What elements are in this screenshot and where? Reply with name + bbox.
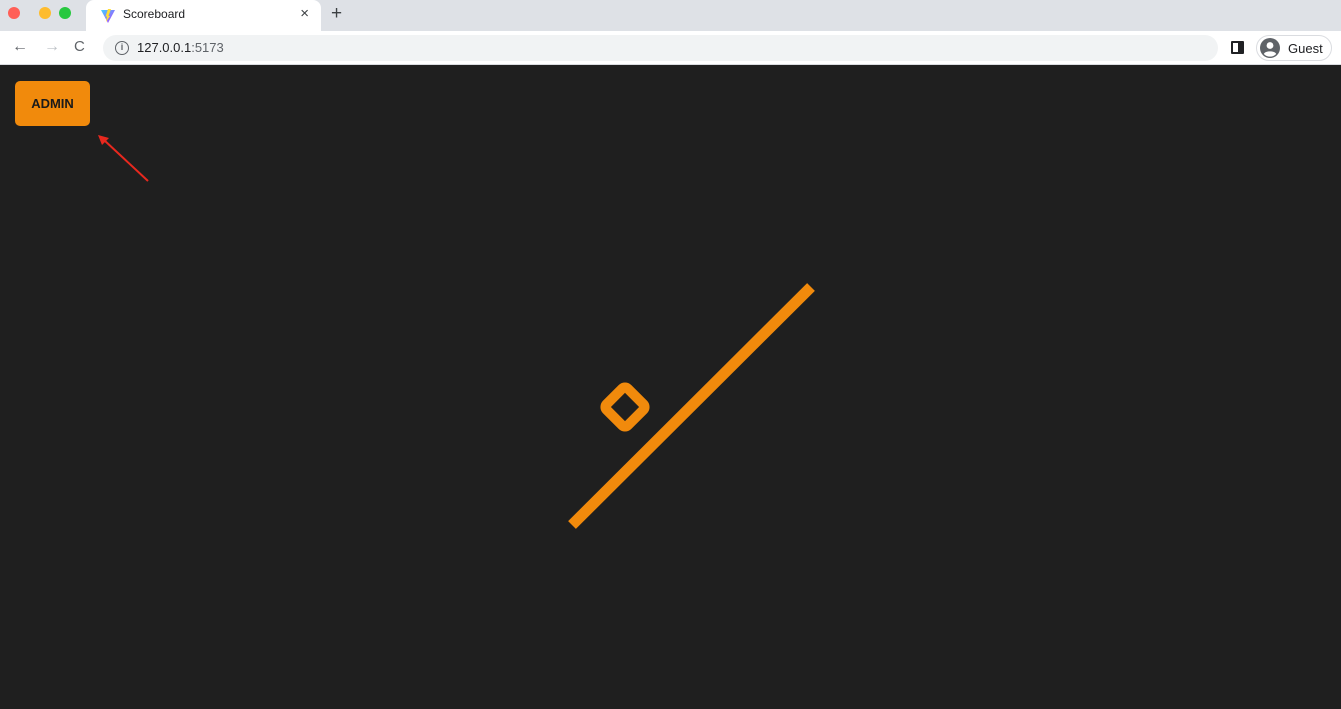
page-content: ADMIN — [0, 65, 1341, 709]
guest-avatar-icon — [1260, 38, 1280, 58]
address-url[interactable]: 127.0.0.1:5173 — [137, 40, 224, 55]
side-panel-icon[interactable] — [1231, 41, 1244, 54]
forward-arrow-icon[interactable]: → — [44, 36, 60, 58]
site-info-icon[interactable]: i — [115, 41, 129, 55]
address-bar[interactable]: i 127.0.0.1:5173 — [103, 35, 1218, 61]
admin-button[interactable]: ADMIN — [15, 81, 90, 126]
maximize-window-button[interactable] — [59, 7, 71, 19]
back-arrow-icon[interactable]: ← — [12, 36, 28, 58]
browser-toolbar: ← → C i 127.0.0.1:5173 Guest — [0, 31, 1341, 65]
tab-title: Scoreboard — [123, 7, 186, 21]
new-tab-icon[interactable]: + — [331, 3, 342, 25]
profile-label: Guest — [1288, 41, 1323, 56]
scoreboard-logo-icon — [568, 283, 815, 529]
reload-icon[interactable]: C — [74, 36, 85, 58]
close-tab-icon[interactable]: × — [300, 5, 309, 23]
url-host: 127.0.0.1 — [137, 40, 192, 55]
red-arrow-icon — [98, 135, 149, 182]
close-window-button[interactable] — [8, 7, 20, 19]
profile-button[interactable]: Guest — [1256, 35, 1332, 61]
vite-logo-icon — [101, 9, 115, 23]
tab-scoreboard[interactable]: Scoreboard × — [86, 0, 321, 31]
minimize-window-button[interactable] — [39, 7, 51, 19]
browser-tab-strip: Scoreboard × + — [0, 0, 1341, 31]
url-port: :5173 — [191, 40, 224, 55]
